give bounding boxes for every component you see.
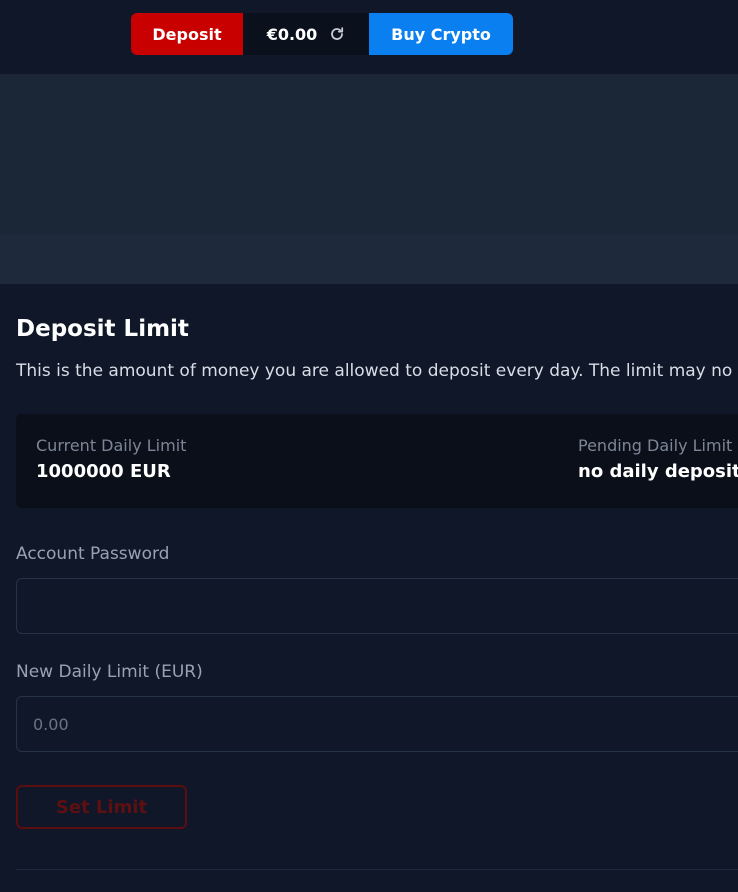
- page-title: Deposit Limit: [16, 316, 189, 342]
- refresh-icon-graphic: [331, 27, 344, 40]
- current-limit-block: Current Daily Limit 1000000 EUR: [36, 436, 186, 482]
- refresh-icon[interactable]: [329, 26, 345, 42]
- banner-strip: [0, 234, 738, 284]
- section-divider: [16, 869, 738, 870]
- balance-display: €0.00: [243, 13, 369, 55]
- pending-limit-label: Pending Daily Limit: [578, 436, 733, 455]
- wallet-group: Deposit €0.00 Buy Crypto: [131, 13, 513, 55]
- top-bar: Deposit €0.00 Buy Crypto: [0, 0, 738, 74]
- buy-crypto-button[interactable]: Buy Crypto: [369, 13, 513, 55]
- new-limit-label: New Daily Limit (EUR): [16, 662, 203, 682]
- deposit-button[interactable]: Deposit: [131, 13, 243, 55]
- pending-limit-value: no daily deposit: [578, 461, 738, 482]
- password-input[interactable]: [16, 578, 738, 634]
- banner-area: [0, 74, 738, 234]
- current-limit-value: 1000000 EUR: [36, 461, 171, 482]
- password-label: Account Password: [16, 544, 170, 564]
- page-description: This is the amount of money you are allo…: [16, 361, 733, 381]
- limit-summary-card: Current Daily Limit 1000000 EUR Pending …: [16, 414, 738, 508]
- balance-amount: €0.00: [266, 24, 318, 44]
- set-limit-button[interactable]: Set Limit: [16, 785, 187, 829]
- pending-limit-block: Pending Daily Limit no daily deposit: [578, 436, 738, 482]
- current-limit-label: Current Daily Limit: [36, 436, 187, 455]
- new-limit-input[interactable]: [16, 696, 738, 752]
